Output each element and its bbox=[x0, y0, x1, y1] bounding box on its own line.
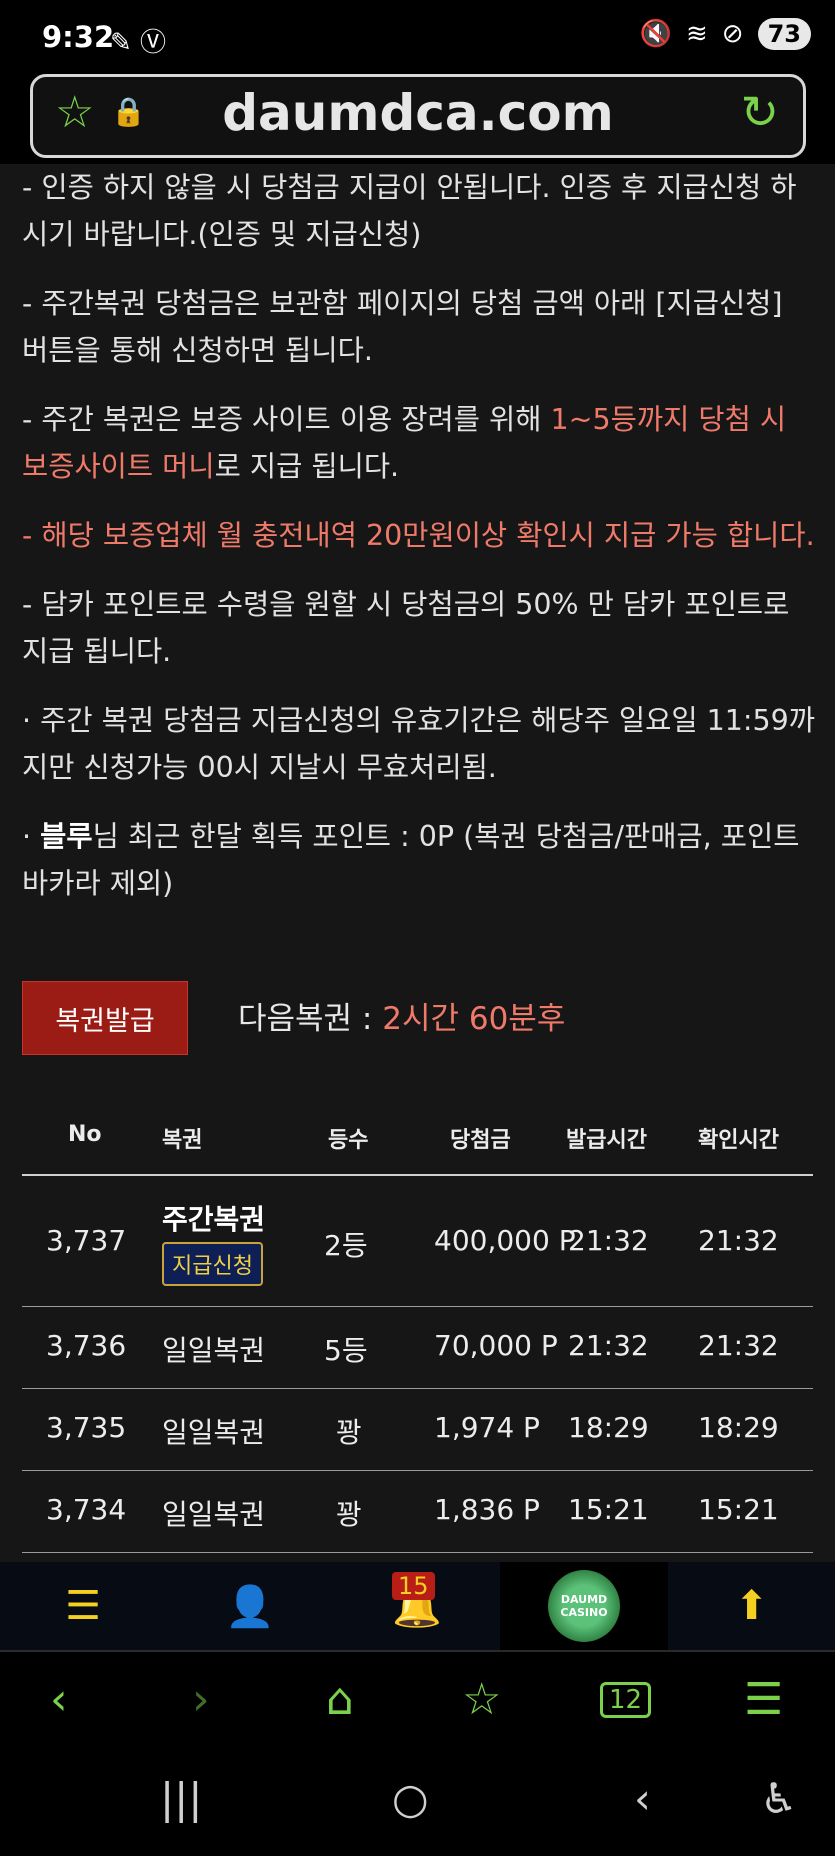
cell-no: 3,735 bbox=[46, 1411, 127, 1444]
cell-rank: 꽝 bbox=[336, 1416, 362, 1449]
cell-issued: 21:32 bbox=[568, 1329, 649, 1362]
notice-text: - 주간복권 당첨금은 보관함 페이지의 당첨 금액 아래 [지급신청] 버튼을… bbox=[22, 287, 783, 367]
cell-rank: 꽝 bbox=[336, 1498, 362, 1531]
col-rank: 등수 bbox=[328, 1128, 369, 1153]
home-circle-icon[interactable]: ○ bbox=[392, 1774, 429, 1823]
back-icon[interactable]: ‹ bbox=[50, 1674, 68, 1725]
notice-list: - 인증 하지 않을 시 당첨금 지급이 안됩니다. 인증 후 지급신청 하시기… bbox=[22, 164, 816, 929]
table-row: 3,736 일일복권 5등 70,000 P 21:32 21:32 bbox=[22, 1307, 813, 1389]
cell-lottery: 일일복권 bbox=[162, 1498, 266, 1531]
cell-issued: 18:29 bbox=[568, 1411, 649, 1444]
casino-logo-icon: DAUMD CASINO bbox=[548, 1570, 620, 1642]
cell-no: 3,736 bbox=[46, 1329, 127, 1362]
casino-logo[interactable]: DAUMD CASINO bbox=[500, 1562, 668, 1650]
cell-checked: 15:21 bbox=[698, 1493, 779, 1526]
cell-rank: 2등 bbox=[324, 1229, 368, 1262]
address-bar[interactable]: ☆ 🔒 daumdca.com ↻ bbox=[30, 74, 806, 158]
notice-text: · 주간 복권 당첨금 지급신청의 유효기간은 해당주 일요일 11:59까지만… bbox=[22, 704, 815, 784]
notification-count: 15 bbox=[392, 1572, 435, 1600]
table-row: 3,735 일일복권 꽝 1,974 P 18:29 18:29 bbox=[22, 1389, 813, 1471]
status-icons: 🔇 ≋ ⊘ 73 bbox=[640, 18, 811, 50]
accessibility-icon[interactable]: ♿ bbox=[760, 1774, 798, 1823]
cell-issued: 21:32 bbox=[568, 1224, 649, 1257]
notice-text: - bbox=[22, 519, 42, 552]
notice-text: - 인증 하지 않을 시 당첨금 지급이 안됩니다. 인증 후 지급신청 하시기… bbox=[22, 171, 797, 251]
mute-icon: 🔇 bbox=[639, 19, 672, 49]
notice-item: - 담카 포인트로 수령을 원할 시 당첨금의 50% 만 담카 포인트로 지급… bbox=[22, 581, 816, 675]
dnd-icon: ⊘ bbox=[721, 19, 744, 49]
browser-address-area: ☆ 🔒 daumdca.com ↻ bbox=[0, 72, 835, 164]
cell-lottery: 일일복권 bbox=[162, 1334, 266, 1367]
notice-item: - 인증 하지 않을 시 당첨금 지급이 안됩니다. 인증 후 지급신청 하시기… bbox=[22, 164, 816, 258]
cell-issued: 15:21 bbox=[568, 1493, 649, 1526]
lottery-table: No 복권 등수 당첨금 발급시간 확인시간 3,737 주간복권 지급신청 2… bbox=[22, 1110, 813, 1553]
cell-no: 3,734 bbox=[46, 1493, 127, 1526]
scroll-top-icon[interactable]: ⬆ bbox=[668, 1562, 835, 1650]
bookmarks-icon[interactable]: ☆ bbox=[462, 1674, 501, 1725]
cell-checked: 18:29 bbox=[698, 1411, 779, 1444]
notice-text: · bbox=[22, 820, 41, 853]
site-bottom-nav: ☰ 👤 🔔 15 DAUMD CASINO ⬆ bbox=[0, 1562, 835, 1650]
col-checked: 확인시간 bbox=[698, 1128, 779, 1153]
recents-icon[interactable]: ||| bbox=[160, 1774, 202, 1823]
browser-menu-icon[interactable]: ☰ bbox=[744, 1674, 783, 1725]
next-lottery-label: 다음복권 : bbox=[238, 1001, 383, 1037]
notice-text: 님 최근 한달 획득 포인트 : 0P (복권 당첨금/판매금, 포인트 바카라… bbox=[22, 820, 800, 900]
col-issued: 발급시간 bbox=[566, 1128, 647, 1153]
reload-icon[interactable]: ↻ bbox=[740, 85, 779, 139]
notice-item: - 주간복권 당첨금은 보관함 페이지의 당첨 금액 아래 [지급신청] 버튼을… bbox=[22, 280, 816, 374]
menu-icon[interactable]: ☰ bbox=[0, 1562, 166, 1650]
table-header: No 복권 등수 당첨금 발급시간 확인시간 bbox=[22, 1110, 813, 1176]
next-lottery-info: 다음복권 : 2시간 60분후 bbox=[238, 993, 565, 1038]
notice-text: - 주간 복권은 보증 사이트 이용 장려를 위해 bbox=[22, 403, 551, 436]
cell-prize: 1,974 P bbox=[434, 1411, 540, 1444]
col-no: No bbox=[68, 1122, 102, 1147]
notice-item: - 주간 복권은 보증 사이트 이용 장려를 위해 1~5등까지 당첨 시 보증… bbox=[22, 396, 816, 490]
system-nav: ||| ○ ‹ ♿ bbox=[0, 1750, 835, 1856]
cell-prize: 70,000 P bbox=[434, 1329, 558, 1362]
cell-checked: 21:32 bbox=[698, 1224, 779, 1257]
notice-item: - 해당 보증업체 월 충전내역 20만원이상 확인시 지급 가능 합니다. bbox=[22, 512, 816, 559]
cell-checked: 21:32 bbox=[698, 1329, 779, 1362]
notification-icons: ✎ Ⓥ bbox=[110, 28, 167, 58]
forward-icon[interactable]: › bbox=[192, 1674, 210, 1725]
notice-text: 로 지급 됩니다. bbox=[214, 450, 400, 483]
notice-text: 해당 보증업체 월 충전내역 20만원이상 확인시 지급 가능 합니다. bbox=[41, 519, 815, 552]
table-row: 3,737 주간복권 지급신청 2등 400,000 P 21:32 21:32 bbox=[22, 1176, 813, 1307]
col-prize: 당첨금 bbox=[450, 1128, 511, 1153]
wifi-icon: ≋ bbox=[686, 19, 708, 49]
home-icon[interactable]: ⌂ bbox=[326, 1674, 354, 1725]
col-lottery: 복권 bbox=[162, 1128, 203, 1153]
tabs-count[interactable]: 12 bbox=[600, 1682, 652, 1718]
notice-text: 블루 bbox=[40, 820, 93, 853]
url-text[interactable]: daumdca.com bbox=[33, 84, 803, 142]
battery-indicator: 73 bbox=[757, 18, 811, 50]
table-row: 3,734 일일복권 꽝 1,836 P 15:21 15:21 bbox=[22, 1471, 813, 1553]
cell-prize: 1,836 P bbox=[434, 1493, 540, 1526]
user-icon[interactable]: 👤 bbox=[166, 1562, 334, 1650]
payout-request-button[interactable]: 지급신청 bbox=[162, 1242, 263, 1286]
next-lottery-time: 2시간 60분후 bbox=[382, 1001, 566, 1037]
cell-no: 3,737 bbox=[46, 1224, 127, 1257]
notice-text: - 담카 포인트로 수령을 원할 시 당첨금의 50% 만 담카 포인트로 지급… bbox=[22, 588, 790, 668]
browser-toolbar: ‹ › ⌂ ☆ 12 ☰ bbox=[0, 1650, 835, 1752]
cell-rank: 5등 bbox=[324, 1334, 368, 1367]
notice-item: · 블루님 최근 한달 획득 포인트 : 0P (복권 당첨금/판매금, 포인트… bbox=[22, 813, 816, 907]
issue-lottery-button[interactable]: 복권발급 bbox=[22, 981, 188, 1055]
status-time: 9:32 bbox=[42, 20, 115, 54]
status-bar: 9:32 ✎ Ⓥ 🔇 ≋ ⊘ 73 bbox=[0, 0, 835, 72]
notice-item: · 주간 복권 당첨금 지급신청의 유효기간은 해당주 일요일 11:59까지만… bbox=[22, 697, 816, 791]
cell-prize: 400,000 P bbox=[434, 1224, 576, 1257]
cell-lottery: 주간복권 bbox=[162, 1203, 266, 1236]
system-back-icon[interactable]: ‹ bbox=[634, 1774, 651, 1823]
cell-lottery: 일일복권 bbox=[162, 1416, 266, 1449]
